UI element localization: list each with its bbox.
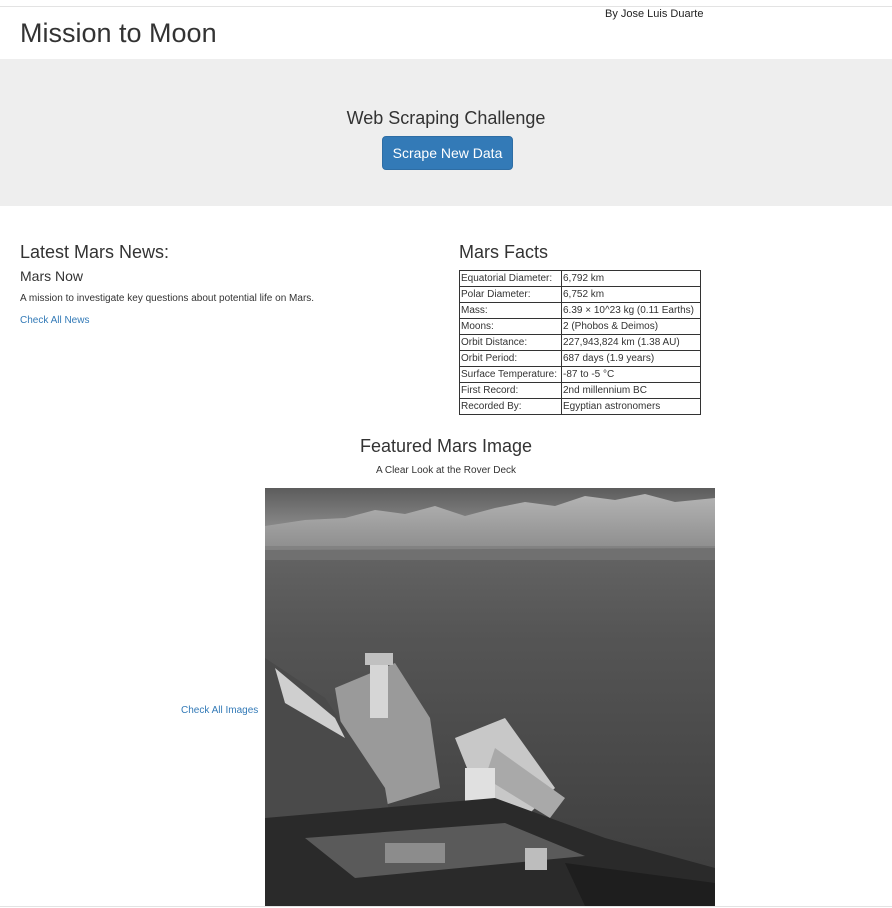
fact-label: Surface Temperature: (459, 366, 562, 383)
facts-section-heading: Mars Facts (459, 242, 549, 262)
page: By Jose Luis Duarte Mission to Moon Web … (0, 0, 892, 908)
check-all-news-link[interactable]: Check All News (20, 315, 89, 326)
table-row: Polar Diameter: 6,752 km (459, 286, 701, 303)
author-credit: By Jose Luis Duarte (605, 8, 704, 20)
top-divider (0, 6, 892, 7)
fact-value: 6.39 × 10^23 kg (0.11 Earths) (561, 302, 701, 319)
table-row: Surface Temperature: -87 to -5 °C (459, 366, 701, 383)
table-row: Moons: 2 (Phobos & Deimos) (459, 318, 701, 335)
fact-value: -87 to -5 °C (561, 366, 701, 383)
check-all-images-link[interactable]: Check All Images (181, 705, 258, 716)
mars-facts-table: Equatorial Diameter: 6,792 km Polar Diam… (459, 270, 701, 415)
fact-value: 6,752 km (561, 286, 701, 303)
table-row: Orbit Distance: 227,943,824 km (1.38 AU) (459, 334, 701, 351)
jumbotron-heading: Web Scraping Challenge (346, 108, 546, 128)
featured-mars-image (265, 488, 715, 906)
news-teaser: A mission to investigate key questions a… (20, 293, 315, 304)
fact-label: First Record: (459, 382, 562, 399)
fact-value: 6,792 km (561, 270, 701, 287)
fact-label: Moons: (459, 318, 562, 335)
table-row: Orbit Period: 687 days (1.9 years) (459, 350, 701, 367)
fact-label: Equatorial Diameter: (459, 270, 562, 287)
featured-image-heading: Featured Mars Image (359, 436, 533, 456)
page-title: Mission to Moon (20, 18, 217, 48)
fact-value: 2 (Phobos & Deimos) (561, 318, 701, 335)
jumbotron: Web Scraping Challenge Scrape New Data (0, 59, 892, 206)
fact-value: Egyptian astronomers (561, 398, 701, 415)
featured-image-caption: A Clear Look at the Rover Deck (375, 465, 517, 476)
table-row: Recorded By: Egyptian astronomers (459, 398, 701, 415)
table-row: Mass: 6.39 × 10^23 kg (0.11 Earths) (459, 302, 701, 319)
table-row: Equatorial Diameter: 6,792 km (459, 270, 701, 287)
bottom-divider (0, 906, 892, 907)
fact-label: Orbit Distance: (459, 334, 562, 351)
fact-value: 2nd millennium BC (561, 382, 701, 399)
news-section-heading: Latest Mars News: (20, 242, 170, 262)
table-row: First Record: 2nd millennium BC (459, 382, 701, 399)
fact-label: Recorded By: (459, 398, 562, 415)
news-title: Mars Now (20, 268, 84, 284)
fact-value: 687 days (1.9 years) (561, 350, 701, 367)
fact-label: Polar Diameter: (459, 286, 562, 303)
scrape-new-data-button[interactable]: Scrape New Data (382, 136, 513, 170)
fact-label: Mass: (459, 302, 562, 319)
fact-value: 227,943,824 km (1.38 AU) (561, 334, 701, 351)
fact-label: Orbit Period: (459, 350, 562, 367)
